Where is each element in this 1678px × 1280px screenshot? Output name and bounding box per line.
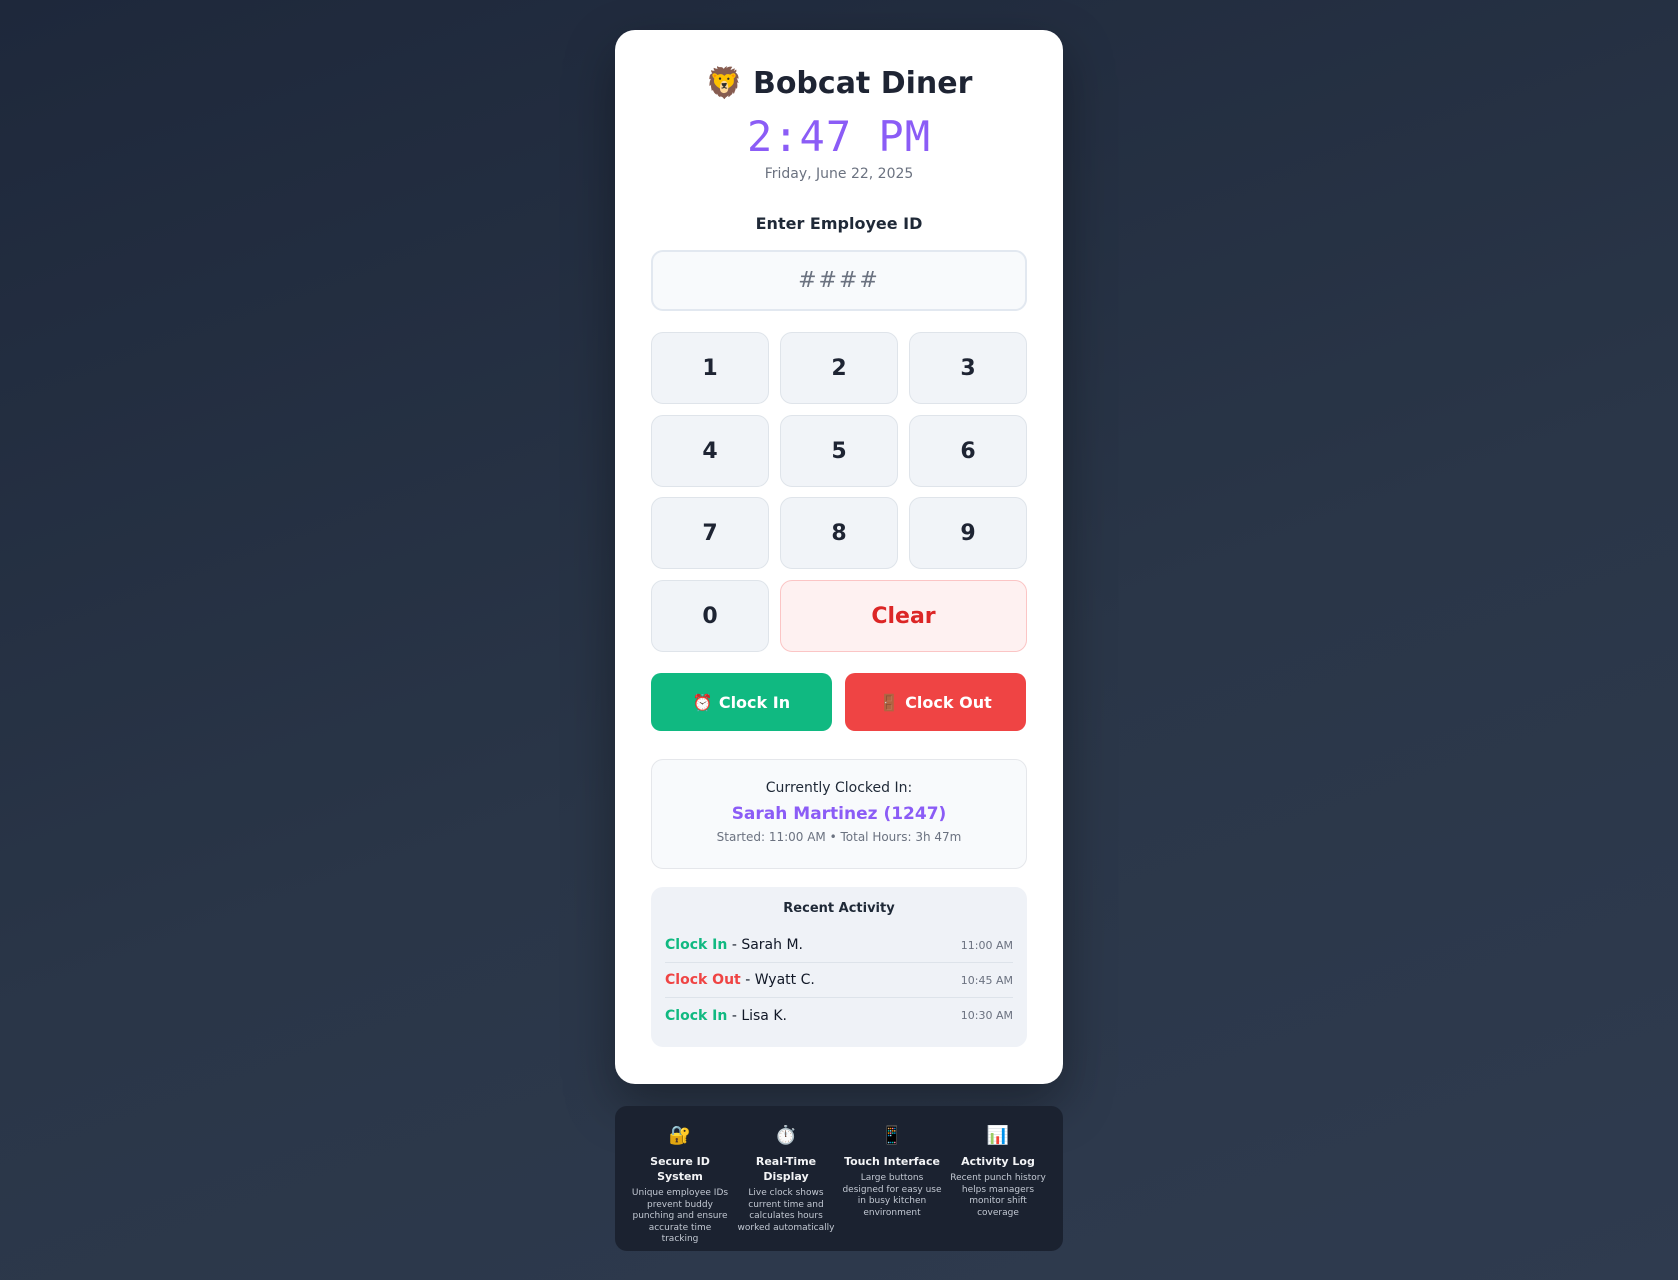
feature-title: Real-Time Display: [755, 1155, 817, 1183]
lock-key-icon: 🔐: [668, 1125, 692, 1146]
stopwatch-icon: ⏱️: [774, 1125, 798, 1146]
activity-type: Clock In: [665, 1007, 728, 1024]
employee-id-input[interactable]: [651, 250, 1027, 311]
activity-row: Clock In - Lisa K. 10:30 AM: [665, 998, 1013, 1033]
feature-description: Unique employee IDs prevent buddy punchi…: [631, 1188, 729, 1244]
activity-employee: - Wyatt C.: [745, 972, 815, 988]
lion-logo-icon: 🦁: [705, 65, 743, 101]
clock-out-label: Clock Out: [905, 692, 992, 712]
keypad-key-2[interactable]: 2: [780, 332, 898, 404]
clock-in-label: Clock In: [718, 692, 791, 712]
app-title-text: Bobcat Diner: [752, 66, 973, 101]
keypad-key-4[interactable]: 4: [651, 415, 769, 487]
employee-id-label: Enter Employee ID: [755, 214, 923, 233]
activity-row: Clock Out - Wyatt C. 10:45 AM: [665, 963, 1013, 998]
activity-time: 10:30 AM: [960, 1009, 1013, 1022]
feature-description: Recent punch history helps managers moni…: [950, 1173, 1046, 1218]
status-label: Currently Clocked In:: [765, 780, 913, 796]
activity-type: Clock Out: [665, 972, 741, 988]
activity-time: 11:00 AM: [960, 938, 1013, 952]
bar-chart-icon: 📊: [986, 1125, 1010, 1146]
feature-secure-id: 🔐 Secure ID System Unique employee IDs p…: [627, 1124, 733, 1251]
activity-employee: - Lisa K.: [731, 1007, 787, 1024]
shift-summary: Started: 11:00 AM • Total Hours: 3h 47m: [716, 830, 962, 844]
feature-title: Touch Interface: [844, 1155, 940, 1168]
mobile-phone-icon: 📱: [880, 1125, 904, 1146]
recent-activity-title: Recent Activity: [783, 901, 895, 916]
clocked-in-status-panel: Currently Clocked In: Sarah Martinez (12…: [651, 759, 1027, 869]
clocked-in-employee: Sarah Martinez (1247): [731, 804, 947, 824]
feature-activity-log: 📊 Activity Log Recent punch history help…: [945, 1124, 1051, 1251]
clock-out-button[interactable]: 🚪 Clock Out: [845, 673, 1026, 731]
keypad-key-9[interactable]: 9: [909, 497, 1027, 569]
feature-touch: 📱 Touch Interface Large buttons designed…: [839, 1124, 945, 1251]
current-date: Friday, June 22, 2025: [764, 166, 914, 182]
feature-title: Secure ID System: [650, 1155, 710, 1183]
clock-in-button[interactable]: ⏰ Clock In: [651, 673, 832, 731]
features-panel: 🔐 Secure ID System Unique employee IDs p…: [615, 1106, 1063, 1251]
time-clock-card: 🦁 Bobcat Diner 2:47 PM Friday, June 22, …: [615, 30, 1063, 1084]
door-icon: 🚪: [879, 692, 900, 712]
activity-time: 10:45 AM: [960, 973, 1013, 987]
clear-button[interactable]: Clear: [780, 580, 1027, 652]
alarm-clock-icon: ⏰: [692, 692, 713, 712]
keypad-key-0[interactable]: 0: [651, 580, 769, 652]
keypad-key-1[interactable]: 1: [651, 332, 769, 404]
keypad-key-5[interactable]: 5: [780, 415, 898, 487]
keypad-key-7[interactable]: 7: [651, 497, 769, 569]
feature-description: Large buttons designed for easy use in b…: [842, 1173, 942, 1218]
feature-description: Live clock shows current time and calcul…: [737, 1188, 835, 1233]
keypad-key-8[interactable]: 8: [780, 497, 898, 569]
activity-type: Clock In: [665, 937, 728, 953]
current-time: 2:47 PM: [746, 112, 931, 161]
feature-title: Activity Log: [961, 1155, 1035, 1168]
recent-activity-panel: Recent Activity Clock In - Sarah M. 11:0…: [651, 887, 1027, 1047]
activity-row: Clock In - Sarah M. 11:00 AM: [665, 928, 1013, 963]
keypad-key-6[interactable]: 6: [909, 415, 1027, 487]
keypad-key-3[interactable]: 3: [909, 332, 1027, 404]
app-title: 🦁 Bobcat Diner: [615, 66, 1063, 101]
activity-employee: - Sarah M.: [731, 937, 803, 953]
feature-real-time: ⏱️ Real-Time Display Live clock shows cu…: [733, 1124, 839, 1251]
